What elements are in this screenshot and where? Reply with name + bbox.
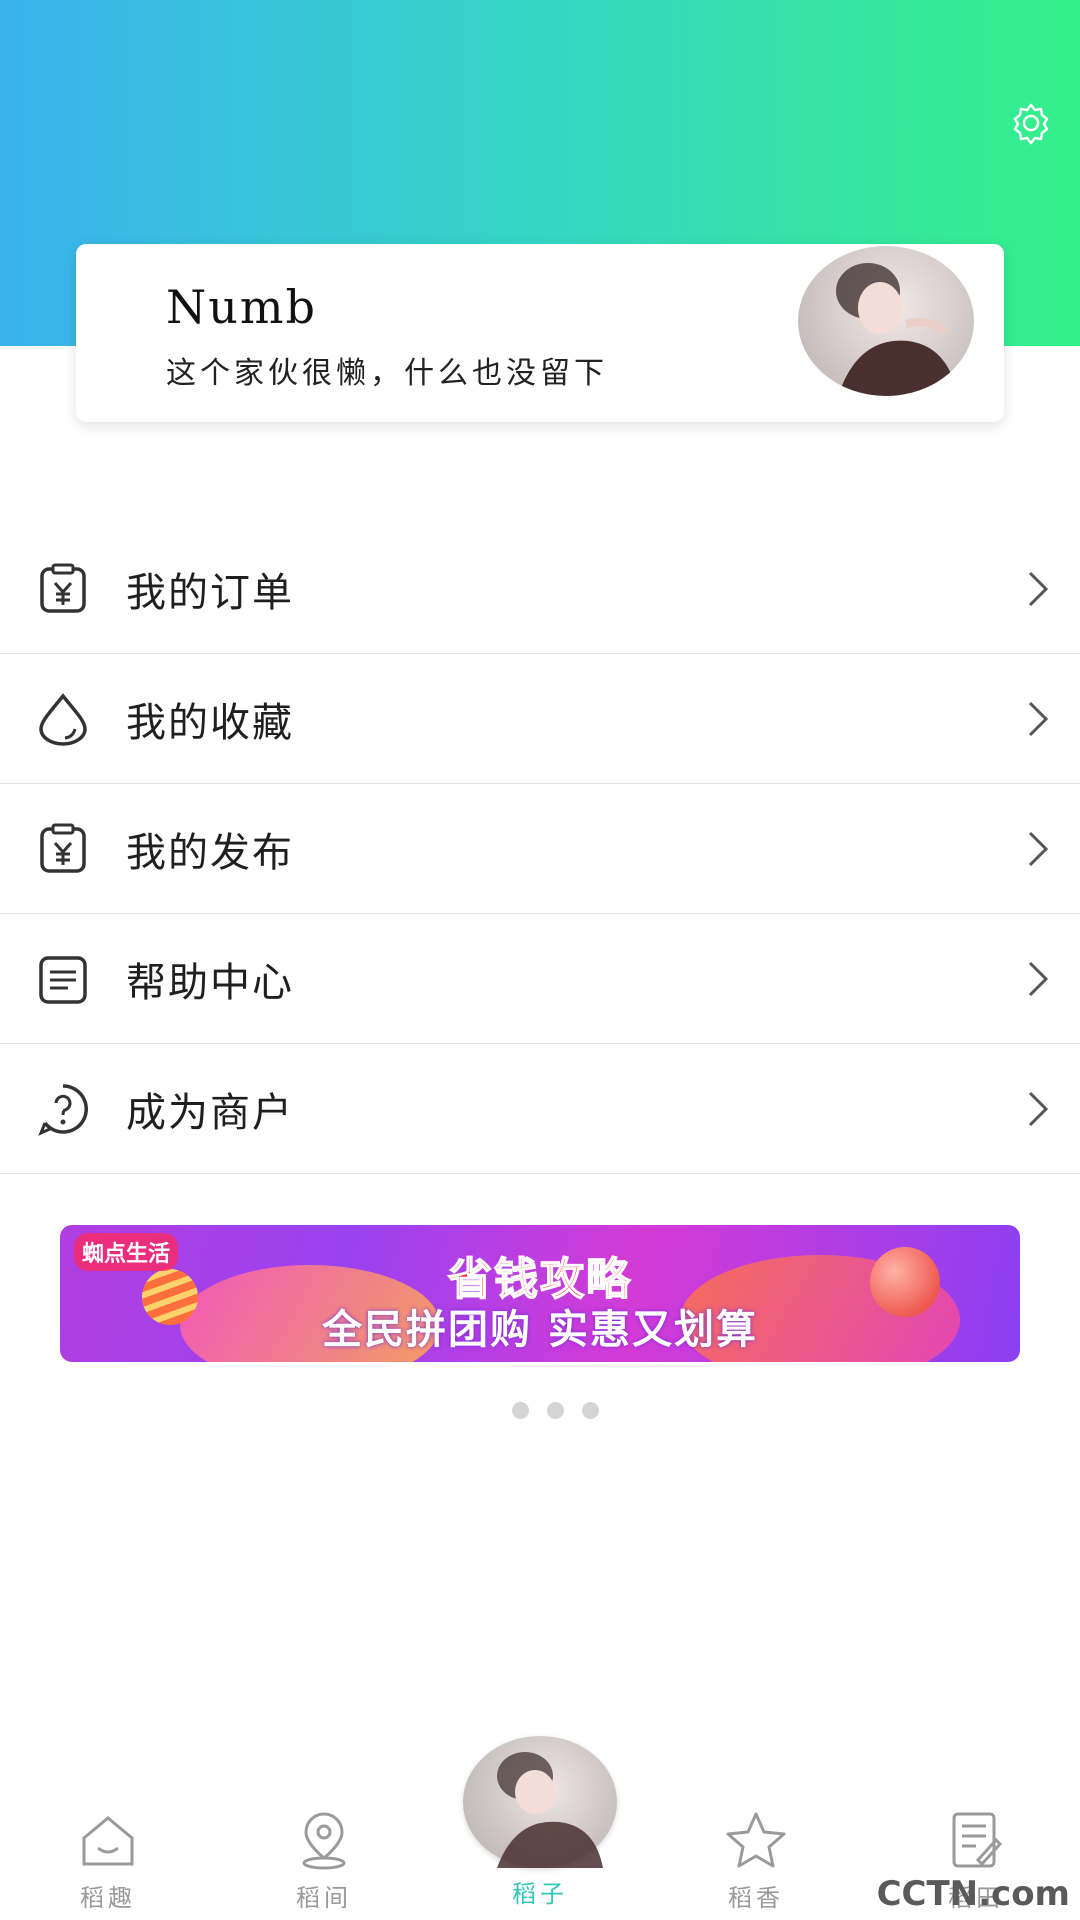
menu-label: 成为商户	[126, 1089, 294, 1136]
chevron-right-icon	[1020, 697, 1056, 741]
tab-daozi-avatar[interactable]	[463, 1736, 617, 1868]
receipt-yen-icon	[32, 558, 94, 620]
star-icon	[724, 1808, 788, 1872]
menu-list: 我的订单 我的收藏 我的发布 帮助中心 成为商户	[0, 524, 1080, 1174]
menu-label: 我的发布	[126, 829, 294, 876]
carousel-dot[interactable]	[512, 1402, 529, 1419]
banner-subtitle: 全民拼团购 实惠又划算	[322, 1307, 758, 1353]
location-pin-icon	[292, 1808, 356, 1872]
menu-item-my-posts[interactable]: 我的发布	[0, 784, 1080, 914]
profile-bio: 这个家伙很懒，什么也没留下	[166, 356, 608, 391]
tab-daoxiang[interactable]: 稻香	[686, 1800, 826, 1920]
gear-icon	[1013, 103, 1049, 145]
home-icon	[76, 1808, 140, 1872]
avatar[interactable]	[798, 246, 974, 396]
promo-banner[interactable]: 蜘点生活 省钱攻略 全民拼团购 实惠又划算	[60, 1225, 1020, 1362]
watermark: CCTN.com	[876, 1874, 1070, 1914]
menu-item-become-merchant[interactable]: 成为商户	[0, 1044, 1080, 1174]
chevron-right-icon	[1020, 957, 1056, 1001]
carousel-dot[interactable]	[547, 1402, 564, 1419]
menu-label: 我的收藏	[126, 699, 294, 746]
menu-item-my-orders[interactable]: 我的订单	[0, 524, 1080, 654]
chevron-right-icon	[1020, 1087, 1056, 1131]
question-circle-icon	[32, 1078, 94, 1140]
tab-daoqu[interactable]: 稻趣	[38, 1800, 178, 1920]
tab-label: 稻香	[728, 1884, 784, 1912]
menu-label: 帮助中心	[126, 959, 294, 1006]
menu-label: 我的订单	[126, 569, 294, 616]
carousel-indicator	[512, 1402, 599, 1419]
settings-button[interactable]	[1004, 96, 1058, 150]
chevron-right-icon	[1020, 827, 1056, 871]
profile-card[interactable]: Numb 这个家伙很懒，什么也没留下	[76, 244, 1004, 422]
tab-daozi[interactable]: 稻子	[470, 1874, 610, 1909]
menu-item-help-center[interactable]: 帮助中心	[0, 914, 1080, 1044]
tab-label: 稻趣	[80, 1884, 136, 1912]
tab-label: 稻间	[296, 1884, 352, 1912]
chevron-right-icon	[1020, 567, 1056, 611]
receipt-yen-icon	[32, 818, 94, 880]
menu-item-my-favorites[interactable]: 我的收藏	[0, 654, 1080, 784]
note-edit-icon	[944, 1808, 1008, 1872]
tab-daojian[interactable]: 稻间	[254, 1800, 394, 1920]
profile-name: Numb	[166, 280, 317, 334]
carousel-dot[interactable]	[582, 1402, 599, 1419]
document-list-icon	[32, 948, 94, 1010]
droplet-icon	[32, 688, 94, 750]
